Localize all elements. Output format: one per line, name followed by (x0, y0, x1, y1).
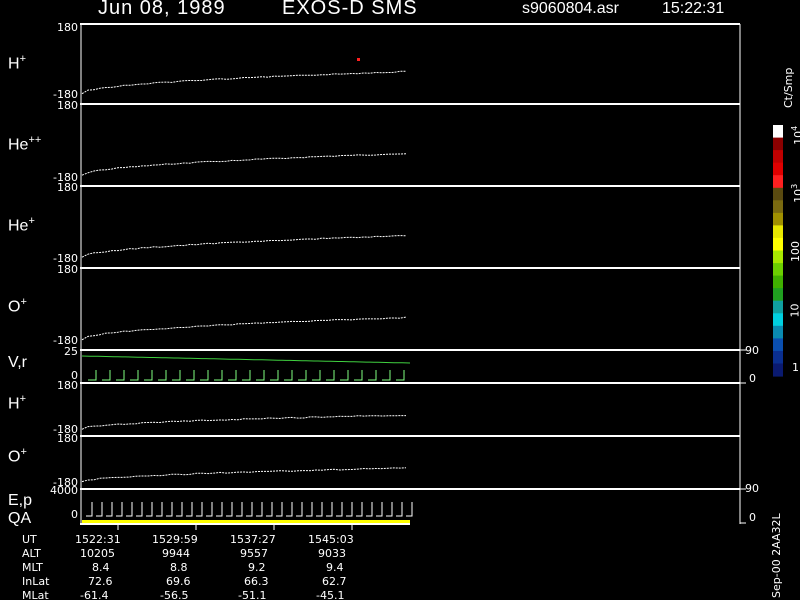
tick-h2-top: 180 (57, 379, 78, 392)
panel-label-h-plus: H+ (8, 53, 26, 73)
date-title: Jun 08, 1989 (98, 0, 226, 19)
colorbar-segment (773, 237, 783, 251)
colorbar-segment (773, 338, 783, 352)
footer-c3-alt: 9033 (318, 547, 346, 560)
colorbar-segment (773, 175, 783, 189)
footer-c1-mlat: -56.5 (160, 589, 189, 600)
start-time: 15:22:31 (662, 0, 725, 17)
colorbar-label-100: 100 (789, 241, 800, 262)
rtick-vr-bottom: 0 (749, 372, 756, 385)
colorbar-segment (773, 150, 783, 164)
colorbar-segment (773, 125, 783, 139)
tick-vr-top: 25 (64, 345, 78, 358)
footer-c1-alt: 9944 (162, 547, 190, 560)
colorbar-segment (773, 325, 783, 339)
tick-h-top: 180 (57, 21, 78, 34)
colorbar-label-10: 10 (788, 303, 800, 318)
colorbar-segment (773, 212, 783, 226)
colorbar-segment (773, 225, 783, 239)
colorbar-segment (773, 275, 783, 289)
colorbar-label-1000: 103 (790, 183, 800, 203)
panel-background (82, 106, 740, 185)
colorbar-segment (773, 288, 783, 302)
colorbar-segment (773, 350, 783, 364)
panel-background (82, 352, 740, 382)
footer-c2-mlt: 9.2 (248, 561, 266, 574)
file-name: s9060804.asr (522, 0, 619, 17)
tick-hep-top: 180 (57, 181, 78, 194)
panel-label-ep: E,p (8, 492, 33, 509)
footer-c3-inlat: 62.7 (322, 575, 347, 588)
footer-c2-inlat: 66.3 (244, 575, 269, 588)
footer-c3-mlt: 9.4 (326, 561, 344, 574)
footer-c1-inlat: 69.6 (166, 575, 191, 588)
colorbar-segment (773, 263, 783, 277)
rtick-vr-top: 90 (745, 344, 759, 357)
plot-canvas (80, 23, 783, 530)
version-label: Sep-00 2AA32L (770, 513, 783, 598)
colorbar-segment (773, 300, 783, 314)
colorbar-label-10000: 104 (790, 125, 800, 145)
colorbar-segment (773, 187, 783, 201)
colorbar-segment (773, 200, 783, 214)
footer-c1-ut: 1529:59 (152, 533, 198, 546)
instrument-title: EXOS-D SMS (282, 0, 418, 19)
tick-ep-bottom: 0 (71, 508, 78, 521)
panel-label-vr: V,r (8, 354, 27, 371)
panel-background (82, 188, 740, 267)
footer-c0-mlat: -61.4 (80, 589, 109, 600)
tick-hepp-top: 180 (57, 99, 78, 112)
rtick-ep-top: 90 (745, 482, 759, 495)
panel-background (82, 438, 740, 488)
colorbar-label-1: 1 (792, 361, 799, 374)
panel-background (82, 24, 740, 103)
panel-background (82, 490, 740, 523)
footer-c3-ut: 1545:03 (308, 533, 354, 546)
footer-label-mlat: MLat (22, 589, 49, 600)
tick-ep-top: 4000 (50, 484, 78, 497)
footer-c0-alt: 10205 (80, 547, 115, 560)
spectrogram-display: Jun 08, 1989 EXOS-D SMS s9060804.asr 15:… (0, 0, 800, 600)
footer-label-ut: UT (22, 533, 37, 546)
footer-label-mlt: MLT (22, 561, 43, 574)
footer-c1-mlt: 8.8 (170, 561, 188, 574)
panel-label-he-plus: He+ (8, 215, 35, 235)
colorbar-segment (773, 250, 783, 264)
panel-label-o-plus: O+ (8, 296, 27, 316)
panel-label-he-plusplus: He++ (8, 134, 42, 154)
footer-c0-inlat: 72.6 (88, 575, 113, 588)
colorbar-segment (773, 137, 783, 151)
footer-c3-mlat: -45.1 (316, 589, 345, 600)
panel-background (82, 270, 740, 349)
footer-c2-mlat: -51.1 (238, 589, 267, 600)
panel-label-h-plus-2: H+ (8, 393, 26, 413)
rtick-ep-bottom: 0 (749, 511, 756, 524)
footer-c2-alt: 9557 (240, 547, 268, 560)
colorbar-segment (773, 313, 783, 327)
panel-label-qa: QA (8, 510, 32, 527)
high-count-pixel (357, 58, 360, 61)
panel-label-o-plus-2: O+ (8, 446, 27, 466)
colorbar-segment (773, 162, 783, 176)
panel-background (82, 385, 740, 435)
colorbar-unit: Ct/Smp (782, 67, 795, 108)
footer-c0-mlt: 8.4 (92, 561, 110, 574)
footer-c2-ut: 1537:27 (230, 533, 276, 546)
footer-c0-ut: 1522:31 (75, 533, 121, 546)
colorbar-segment (773, 363, 783, 377)
tick-o2-top: 180 (57, 432, 78, 445)
tick-o-top: 180 (57, 263, 78, 276)
footer-label-inlat: InLat (22, 575, 50, 588)
footer-label-alt: ALT (22, 547, 41, 560)
